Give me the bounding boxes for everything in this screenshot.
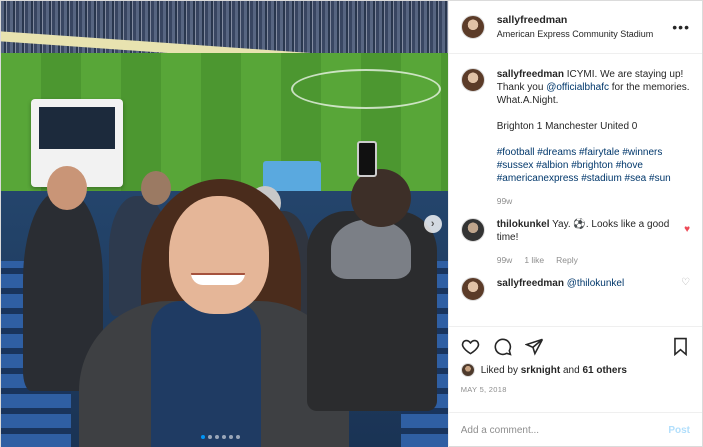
comment-body: sallyfreedman @thilokunkel — [497, 277, 675, 301]
carousel-dots — [201, 435, 240, 439]
carousel-dot — [215, 435, 219, 439]
comment-age[interactable]: 99w — [497, 254, 513, 267]
comment-item: thilokunkel Yay. ⚽. Looks like a good ti… — [460, 218, 690, 267]
comment-mention[interactable]: @thilokunkel — [567, 278, 624, 289]
caption-meta: 99w — [497, 195, 690, 208]
liked-by-label: Liked by — [480, 364, 518, 376]
comment-username[interactable]: sallyfreedman — [497, 278, 564, 289]
comment-icon[interactable] — [493, 336, 513, 356]
comment-item: sallyfreedman @thilokunkel ♡ — [460, 277, 690, 301]
heart-icon[interactable] — [461, 336, 481, 356]
likes-summary: Liked by srknight and 61 others — [460, 363, 690, 377]
reply-button[interactable]: Reply — [556, 254, 578, 267]
caption-age[interactable]: 99w — [497, 195, 513, 208]
avatar[interactable] — [460, 277, 485, 301]
more-horizontal-icon[interactable]: ••• — [672, 19, 690, 35]
post-actions: Liked by srknight and 61 others MAY 5, 2… — [448, 326, 702, 412]
share-icon[interactable] — [525, 336, 545, 356]
caption-thanks: Thank you — [496, 82, 547, 93]
avatar[interactable] — [460, 218, 485, 242]
caption-score: Brighton 1 Manchester United 0 — [496, 121, 638, 132]
post-date: MAY 5, 2018 — [460, 385, 507, 394]
man-hood — [331, 219, 411, 279]
caption-username[interactable]: sallyfreedman — [497, 69, 564, 80]
comment-heart-icon[interactable]: ♥ — [684, 224, 690, 267]
comments-list[interactable]: sallyfreedman ICYMI. We are staying up! … — [449, 54, 702, 326]
carousel-dot — [222, 435, 226, 439]
woman-face — [169, 196, 269, 314]
post-header: sallyfreedman American Express Community… — [448, 1, 702, 54]
add-comment-bar: Post — [448, 412, 702, 447]
carousel-dot — [229, 435, 233, 439]
instagram-post: › sallyfreedman American Express Communi… — [0, 0, 703, 447]
chevron-right-icon[interactable]: › — [423, 215, 442, 233]
post-location[interactable]: American Express Community Stadium — [497, 27, 673, 41]
header-username[interactable]: sallyfreedman — [497, 13, 673, 27]
avatar[interactable] — [460, 15, 485, 39]
comment-body: thilokunkel Yay. ⚽. Looks like a good ti… — [497, 218, 678, 267]
avatar[interactable] — [460, 363, 475, 377]
post-side-panel: sallyfreedman American Express Community… — [447, 1, 702, 447]
raised-phone — [357, 141, 377, 177]
comment-meta: 99w 1 like Reply — [497, 254, 678, 267]
comment-username[interactable]: thilokunkel — [497, 219, 550, 230]
man-head — [351, 169, 411, 227]
caption-body: sallyfreedman ICYMI. We are staying up! … — [497, 68, 690, 208]
comment-heart-icon[interactable]: ♡ — [681, 277, 690, 301]
post-button[interactable]: Post — [668, 425, 690, 436]
comment-likes[interactable]: 1 like — [524, 254, 544, 267]
likes-count[interactable]: 61 others — [582, 365, 626, 376]
post-header-text: sallyfreedman American Express Community… — [497, 13, 673, 41]
post-photo[interactable]: › — [1, 1, 448, 447]
caption-hashtags[interactable]: #football #dreams #fairytale #winners #s… — [497, 147, 671, 184]
spectator-head — [47, 166, 87, 210]
liked-by-user[interactable]: srknight — [521, 365, 560, 376]
pitch-marking — [291, 69, 441, 109]
carousel-dot — [208, 435, 212, 439]
comment-input[interactable] — [460, 425, 669, 436]
carousel-dot — [201, 435, 205, 439]
carousel-dot — [236, 435, 240, 439]
action-icons — [461, 333, 690, 359]
caption-mention[interactable]: @officialbhafc — [546, 82, 609, 93]
woman-scarf — [151, 301, 261, 447]
caption: sallyfreedman ICYMI. We are staying up! … — [460, 68, 690, 208]
spectator-head — [141, 171, 171, 205]
caption-line1: ICYMI. We are staying up! — [566, 69, 684, 80]
liked-by-and: and — [562, 364, 580, 376]
bookmark-icon[interactable] — [670, 336, 690, 356]
woman-smile — [191, 273, 245, 285]
avatar[interactable] — [460, 68, 485, 92]
